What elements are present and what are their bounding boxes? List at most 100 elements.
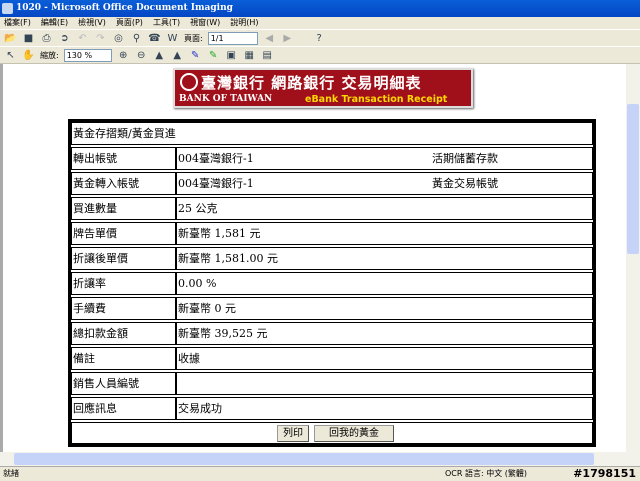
row-label: 黃金轉入帳號 <box>71 172 176 195</box>
row-label: 轉出帳號 <box>71 147 176 170</box>
title-bar: 1020 - Microsoft Office Document Imaging <box>0 0 640 17</box>
vertical-scrollbar[interactable] <box>626 64 640 452</box>
table-row: 折讓率 0.00 % <box>71 272 593 295</box>
zoom-label: 縮放: <box>40 50 59 60</box>
rotate-left-icon[interactable]: ▲ <box>153 49 166 62</box>
table-row: 牌告單價 新臺幣 1,581 元 <box>71 222 593 245</box>
banner-title-zh: 臺灣銀行 網路銀行 交易明細表 <box>201 74 422 92</box>
zoom-in-icon[interactable]: ⊕ <box>117 49 130 62</box>
row-value: 25 公克 <box>176 197 593 220</box>
pan-hand-icon[interactable]: ✋ <box>22 49 35 62</box>
menu-bar: 檔案(F) 編輯(E) 檢視(V) 頁面(P) 工具(T) 視窗(W) 說明(H… <box>0 17 640 29</box>
row-value: 0.00 % <box>176 272 593 295</box>
prev-page-icon[interactable]: ◀ <box>263 32 276 45</box>
row-value: 交易成功 <box>176 397 593 420</box>
row-value: 004臺灣銀行-1 黃金交易帳號 <box>176 172 593 195</box>
rotate-right-icon[interactable]: ▲ <box>171 49 184 62</box>
row-value: 新臺幣 1,581.00 元 <box>176 247 593 270</box>
send-icon[interactable]: ➲ <box>58 32 71 45</box>
banner-bank-name: BANK OF TAIWAN <box>179 94 273 104</box>
zoom-out-icon[interactable]: ⊖ <box>135 49 148 62</box>
word-icon[interactable]: W <box>166 32 179 45</box>
menu-file[interactable]: 檔案(F) <box>4 17 31 29</box>
row-label: 手續費 <box>71 297 176 320</box>
row-label: 回應訊息 <box>71 397 176 420</box>
row-value: 新臺幣 1,581 元 <box>176 222 593 245</box>
pen-icon[interactable]: ✎ <box>189 49 202 62</box>
row-value: 新臺幣 39,525 元 <box>176 322 593 345</box>
table-row: 折讓後單價 新臺幣 1,581.00 元 <box>71 247 593 270</box>
row-value: 收據 <box>176 347 593 370</box>
table-row: 總扣款金額 新臺幣 39,525 元 <box>71 322 593 345</box>
page-icon[interactable]: ▤ <box>261 49 274 62</box>
menu-help[interactable]: 說明(H) <box>230 17 258 29</box>
button-row: 列印 回我的黃金 <box>71 422 593 444</box>
row-label: 折讓率 <box>71 272 176 295</box>
row-value-type: 活期儲蓄存款 <box>432 152 498 165</box>
table-row: 轉出帳號 004臺灣銀行-1 活期儲蓄存款 <box>71 147 593 170</box>
banner-title-en: eBank Transaction Receipt <box>305 94 448 105</box>
table-row: 手續費 新臺幣 0 元 <box>71 297 593 320</box>
row-value <box>176 372 593 395</box>
save-icon[interactable]: ■ <box>22 32 35 45</box>
status-text: 就緒 <box>3 469 19 478</box>
table-row: 買進數量 25 公克 <box>71 197 593 220</box>
horizontal-scrollbar[interactable] <box>0 452 640 466</box>
image-icon[interactable]: ▦ <box>243 49 256 62</box>
app-icon <box>2 3 13 14</box>
standard-toolbar: 📂 ■ ⎙ ➲ ↶ ↷ ◎ ⚲ ☎ W 頁面: 1/1 ◀ ▶ ? <box>0 29 640 47</box>
document-view: 臺灣銀行 網路銀行 交易明細表 BANK OF TAIWAN eBank Tra… <box>0 64 626 452</box>
row-value-text: 新臺幣 39,525 元 <box>178 327 268 340</box>
menu-view[interactable]: 檢視(V) <box>78 17 106 29</box>
scan-icon[interactable]: ☎ <box>148 32 161 45</box>
receipt-header: 黃金存摺類/黃金買進 <box>71 122 593 145</box>
status-bar: 就緒 OCR 語言: 中文 (繁體) #1798151 <box>0 466 640 480</box>
table-row: 回應訊息 交易成功 <box>71 397 593 420</box>
receipt-table: 黃金存摺類/黃金買進 轉出帳號 004臺灣銀行-1 活期儲蓄存款黃金轉入帳號 004臺… <box>68 119 596 447</box>
print-button[interactable]: 列印 <box>277 425 309 442</box>
undo-icon[interactable]: ↶ <box>76 32 89 45</box>
image-id: #1798151 <box>573 467 636 480</box>
bank-seal-icon <box>180 73 198 91</box>
ocr-icon[interactable]: ◎ <box>112 32 125 45</box>
row-value-text: 004臺灣銀行-1 <box>178 152 254 165</box>
row-value: 新臺幣 0 元 <box>176 297 593 320</box>
page-input[interactable]: 1/1 <box>207 31 258 45</box>
print-icon[interactable]: ⎙ <box>40 32 53 45</box>
menu-edit[interactable]: 編輯(E) <box>41 17 68 29</box>
next-page-icon[interactable]: ▶ <box>281 32 294 45</box>
vertical-scroll-thumb[interactable] <box>627 104 639 254</box>
zoom-select[interactable]: 130 % <box>63 48 112 62</box>
picture-icon[interactable]: ▣ <box>225 49 238 62</box>
open-icon[interactable]: 📂 <box>4 32 17 45</box>
table-row: 黃金轉入帳號 004臺灣銀行-1 黃金交易帳號 <box>71 172 593 195</box>
help-icon[interactable]: ? <box>313 32 326 45</box>
row-label: 總扣款金額 <box>71 322 176 345</box>
row-value-text: 25 公克 <box>178 202 218 215</box>
select-pointer-icon[interactable]: ↖ <box>4 49 17 62</box>
table-row: 備註 收據 <box>71 347 593 370</box>
row-value-text: 收據 <box>178 352 200 365</box>
back-to-my-gold-button[interactable]: 回我的黃金 <box>314 425 394 442</box>
row-value-text: 新臺幣 0 元 <box>178 302 236 315</box>
horizontal-scroll-thumb[interactable] <box>14 453 594 465</box>
row-label: 牌告單價 <box>71 222 176 245</box>
bank-logo-banner: 臺灣銀行 網路銀行 交易明細表 BANK OF TAIWAN eBank Tra… <box>173 68 473 108</box>
row-value-text: 004臺灣銀行-1 <box>178 177 254 190</box>
menu-tools[interactable]: 工具(T) <box>153 17 180 29</box>
highlighter-icon[interactable]: ✎ <box>207 49 220 62</box>
table-row: 銷售人員編號 <box>71 372 593 395</box>
page-label: 頁面: <box>184 33 203 43</box>
find-icon[interactable]: ⚲ <box>130 32 143 45</box>
menu-page[interactable]: 頁面(P) <box>116 17 143 29</box>
row-value-text: 0.00 % <box>178 277 217 290</box>
redo-icon[interactable]: ↷ <box>94 32 107 45</box>
row-value-text: 新臺幣 1,581.00 元 <box>178 252 278 265</box>
row-value-text: 交易成功 <box>178 402 222 415</box>
row-label: 折讓後單價 <box>71 247 176 270</box>
menu-window[interactable]: 視窗(W) <box>190 17 220 29</box>
row-value: 004臺灣銀行-1 活期儲蓄存款 <box>176 147 593 170</box>
row-label: 備註 <box>71 347 176 370</box>
row-value-type: 黃金交易帳號 <box>432 177 498 190</box>
row-label: 買進數量 <box>71 197 176 220</box>
